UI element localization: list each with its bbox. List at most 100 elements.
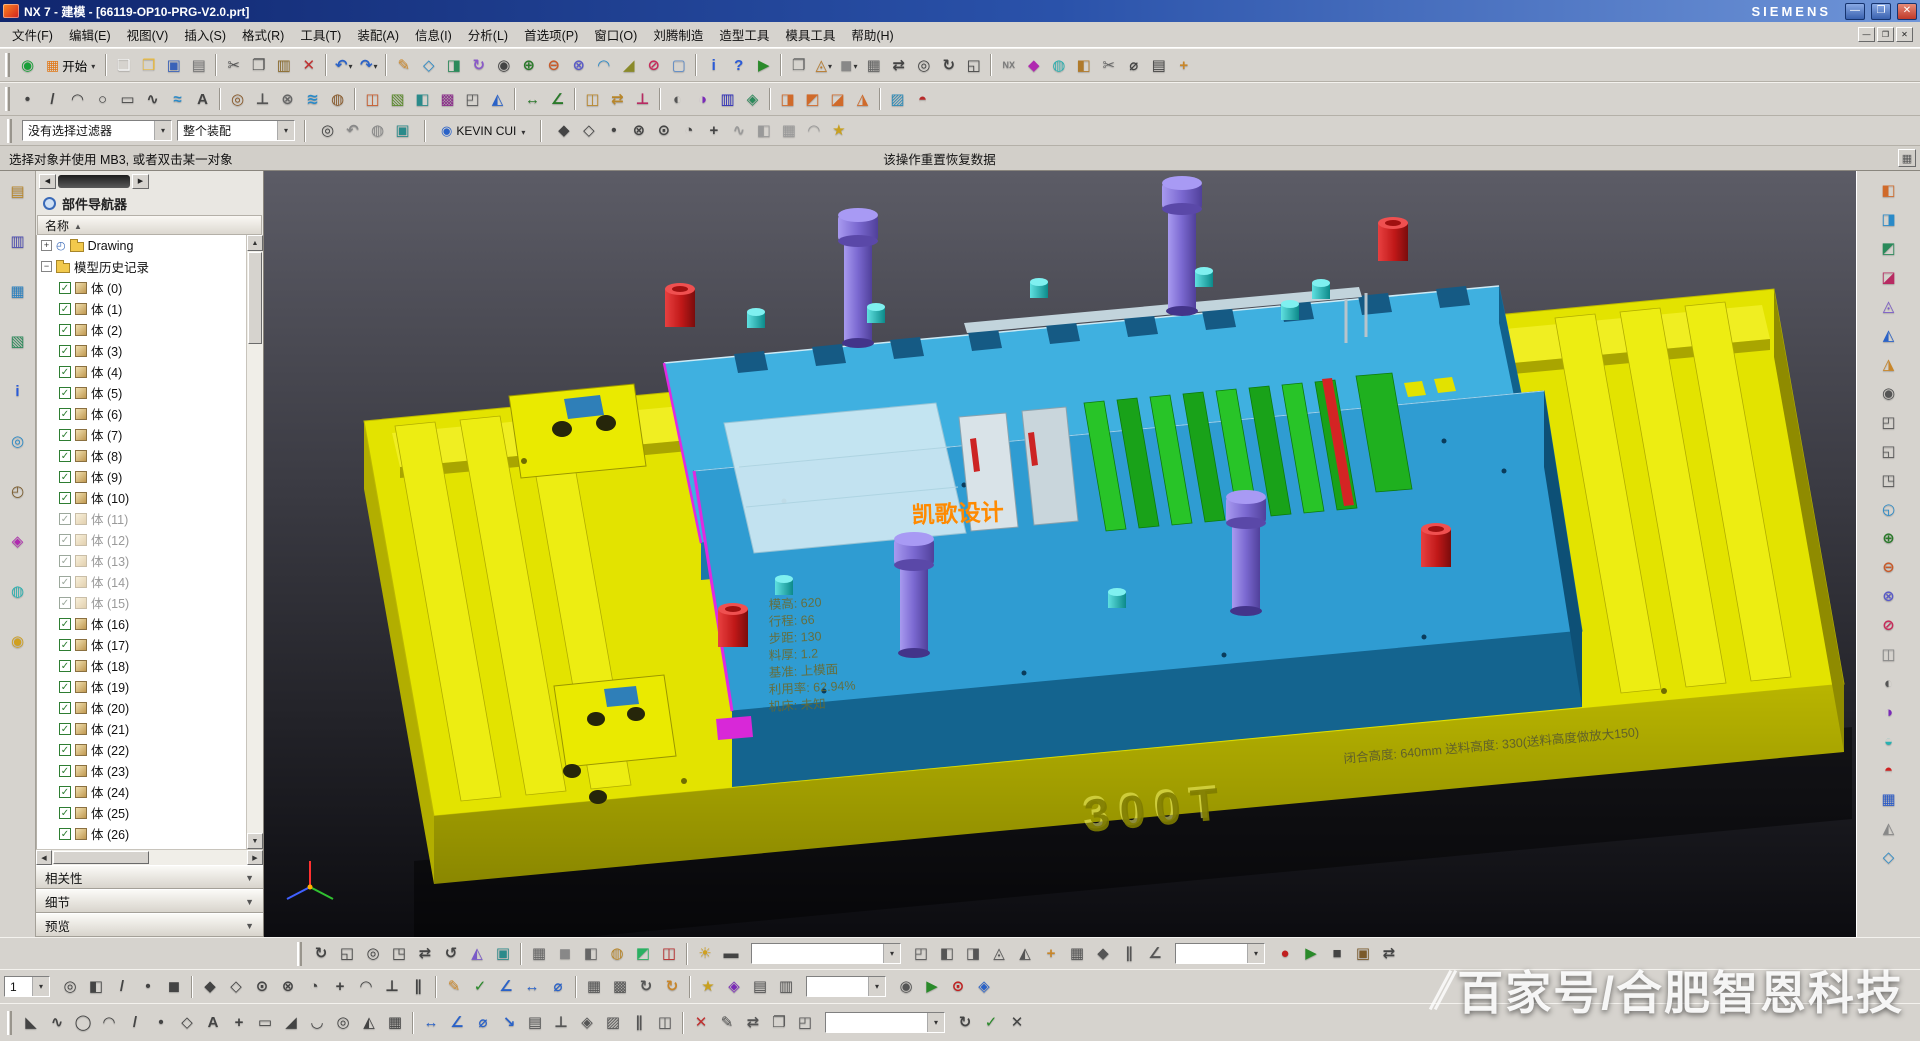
- parts-list-icon[interactable]: ▥: [773, 974, 799, 1000]
- tags-icon[interactable]: ◈: [721, 974, 747, 1000]
- gem-display-icon[interactable]: ◆: [1021, 53, 1046, 78]
- rotate-view-icon[interactable]: ↻: [936, 53, 961, 78]
- toolbar-drag-handle[interactable]: [297, 942, 302, 966]
- scrollbar-thumb[interactable]: [248, 252, 262, 344]
- move-face-icon[interactable]: ◨: [775, 87, 800, 112]
- tree-item-body[interactable]: 体 (1): [37, 298, 246, 319]
- paste-icon[interactable]: ▥: [271, 53, 296, 78]
- scroll-up-button[interactable]: [247, 235, 263, 251]
- select-previous-icon[interactable]: ↶: [340, 118, 365, 143]
- add-component-icon[interactable]: ◫: [580, 87, 605, 112]
- menu-item[interactable]: 插入(S): [176, 22, 234, 47]
- section-view-icon[interactable]: ◫: [656, 941, 682, 967]
- select-body-icon[interactable]: ◼: [161, 974, 187, 1000]
- rotate-icon[interactable]: ↺: [438, 941, 464, 967]
- checkbox-icon[interactable]: [59, 597, 71, 609]
- shell-icon[interactable]: ▢: [666, 53, 691, 78]
- checkbox-icon[interactable]: [59, 324, 71, 336]
- sketch-icon[interactable]: ✎: [391, 53, 416, 78]
- checkbox-icon[interactable]: [59, 723, 71, 735]
- scene-light-icon[interactable]: ☀: [692, 941, 718, 967]
- toolbar-drag-handle[interactable]: [5, 53, 10, 77]
- select-tool-icon[interactable]: ◣: [18, 1010, 44, 1036]
- process-studio-icon[interactable]: ◈: [6, 529, 30, 553]
- checkbox-icon[interactable]: [59, 639, 71, 651]
- favorites-icon[interactable]: ★: [695, 974, 721, 1000]
- checkbox-icon[interactable]: [59, 765, 71, 777]
- measure-angle-icon[interactable]: ∠: [545, 87, 570, 112]
- profile-icon[interactable]: ∿: [140, 87, 165, 112]
- tree-item-body[interactable]: 体 (21): [37, 718, 246, 739]
- menu-item[interactable]: 工具(T): [292, 22, 349, 47]
- offset-tool-icon[interactable]: ◎: [330, 1010, 356, 1036]
- view-top-icon[interactable]: ◰: [908, 941, 934, 967]
- centerline-icon[interactable]: ∥: [626, 1010, 652, 1036]
- help-icon[interactable]: ?: [726, 53, 751, 78]
- model-update-icon[interactable]: ↻: [659, 974, 685, 1000]
- section-dependencies[interactable]: 相关性: [36, 865, 263, 889]
- snap-point-on-face-icon[interactable]: ◧: [751, 118, 776, 143]
- section-details[interactable]: 细节: [36, 889, 263, 913]
- expander-plus-icon[interactable]: [41, 240, 52, 251]
- hd3d-tools-icon[interactable]: i: [6, 379, 30, 403]
- combo-arrow-icon[interactable]: [1247, 944, 1264, 963]
- subtract-icon[interactable]: ⊖: [541, 53, 566, 78]
- tree-item-body[interactable]: 体 (4): [37, 361, 246, 382]
- mirror-feature-tool-icon[interactable]: ◭: [1876, 815, 1902, 841]
- export-view-icon[interactable]: ⇄: [1376, 941, 1402, 967]
- select-face-icon[interactable]: ◧: [83, 974, 109, 1000]
- tree-item-body[interactable]: 体 (24): [37, 781, 246, 802]
- snap-to-grid-icon[interactable]: ▩: [607, 974, 633, 1000]
- perspective-icon[interactable]: ◭: [464, 941, 490, 967]
- stop-movie-icon[interactable]: ■: [1324, 941, 1350, 967]
- tree-item-body[interactable]: 体 (9): [37, 466, 246, 487]
- menu-item[interactable]: 格式(R): [234, 22, 292, 47]
- view-front-icon[interactable]: ◧: [934, 941, 960, 967]
- extrude-icon[interactable]: ◨: [441, 53, 466, 78]
- dim-linear-icon[interactable]: ↔: [418, 1010, 444, 1036]
- replace-face-tool-icon[interactable]: ◑: [1876, 699, 1902, 725]
- create-sketch-icon[interactable]: ✎: [441, 974, 467, 1000]
- constraint-navigator-icon[interactable]: ▥: [6, 229, 30, 253]
- tree-item-body[interactable]: 体 (23): [37, 760, 246, 781]
- text-curve-icon[interactable]: A: [190, 87, 215, 112]
- dimension-icon[interactable]: ↔: [519, 974, 545, 1000]
- offset-curve-icon[interactable]: ◎: [225, 87, 250, 112]
- view-trimetric-icon[interactable]: ◭: [1012, 941, 1038, 967]
- view-right-icon[interactable]: ◨: [960, 941, 986, 967]
- checkbox-icon[interactable]: [59, 429, 71, 441]
- datum-symbol-icon[interactable]: ⊥: [548, 1010, 574, 1036]
- split-tool-icon[interactable]: ◫: [1876, 641, 1902, 667]
- new-file-icon[interactable]: ❏: [111, 53, 136, 78]
- datum-plane-icon[interactable]: ◇: [416, 53, 441, 78]
- menu-item[interactable]: 分析(L): [460, 22, 516, 47]
- checkbox-icon[interactable]: [59, 513, 71, 525]
- menu-item[interactable]: 文件(F): [4, 22, 61, 47]
- measure-distance-icon[interactable]: ↔: [520, 87, 545, 112]
- point-tool-icon[interactable]: •: [148, 1010, 174, 1036]
- pocket-tool-icon[interactable]: ◱: [1876, 438, 1902, 464]
- checkbox-icon[interactable]: [59, 744, 71, 756]
- snap-intersection-icon[interactable]: ⊗: [626, 118, 651, 143]
- fillet-curve-tool-icon[interactable]: ◡: [304, 1010, 330, 1036]
- tree-item-body[interactable]: 体 (14): [37, 571, 246, 592]
- edit-curve-icon[interactable]: ✎: [714, 1010, 740, 1036]
- tree-item-body[interactable]: 体 (13): [37, 550, 246, 571]
- leader-icon[interactable]: ↘: [496, 1010, 522, 1036]
- minimize-button[interactable]: [1845, 3, 1865, 20]
- snap-tangent-icon[interactable]: ◠: [801, 118, 826, 143]
- edit-object-display-icon[interactable]: ◑: [690, 87, 715, 112]
- arc-tool-icon[interactable]: ◠: [96, 1010, 122, 1036]
- graphics-viewport[interactable]: 模高: 620 行程: 66 步距: 130 料厚: 1.2 基准: 上模面 利…: [264, 171, 1856, 937]
- resize-face-tool-icon[interactable]: ◓: [1876, 757, 1902, 783]
- web-browser-icon[interactable]: ◎: [6, 429, 30, 453]
- scrollbar-thumb[interactable]: [53, 851, 149, 864]
- user-role-combo[interactable]: ◉ KEVIN CUI: [435, 121, 531, 141]
- checkbox-icon[interactable]: [59, 471, 71, 483]
- chamfer-curve-tool-icon[interactable]: ◢: [278, 1010, 304, 1036]
- unite-icon[interactable]: ⊕: [516, 53, 541, 78]
- combo-arrow-icon[interactable]: [883, 944, 900, 963]
- snap-mid-icon[interactable]: ◇: [223, 974, 249, 1000]
- work-layer-combo[interactable]: 1: [4, 976, 50, 997]
- tree-item-drawing[interactable]: ◴ Drawing: [37, 235, 246, 256]
